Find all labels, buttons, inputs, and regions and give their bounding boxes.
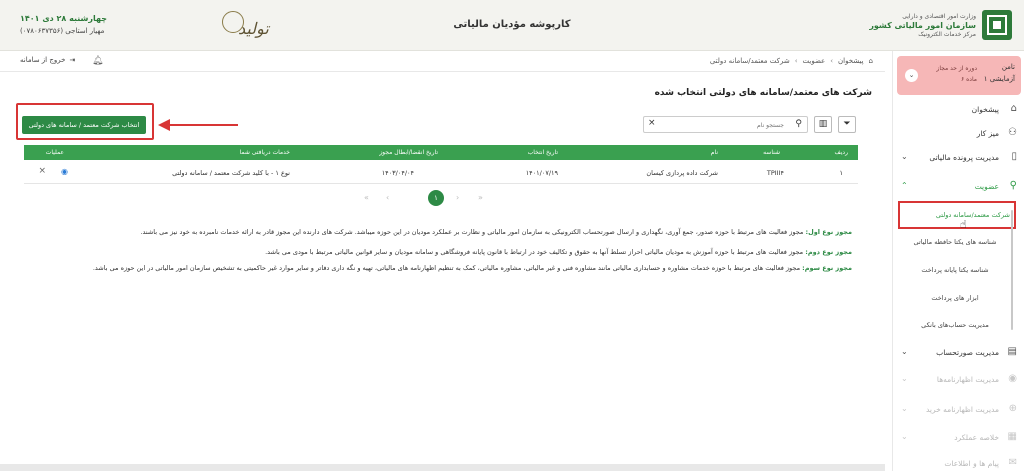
sidebar-subitem-memory-ids[interactable]: شناسه های یکتا حافظه مالیاتی bbox=[900, 238, 1010, 246]
license-note-type3: مجوز نوع سوم: مجوز فعالیت های مرتبط با ح… bbox=[92, 264, 852, 272]
row-expiry-date: ۱۴۰۳/۰۴/۰۴ bbox=[381, 169, 414, 177]
col-select-date-header: تاریخ انتخاب bbox=[527, 149, 558, 156]
table-row[interactable]: ۱ TPIII۴ شرکت داده پردازی کیسان ۱۴۰۱/۰۷/… bbox=[24, 160, 858, 184]
row-id: TPIII۴ bbox=[766, 169, 784, 177]
sidebar-subitem-terminal-ids[interactable]: شناسه یکتا پایانه پرداخت bbox=[900, 266, 1010, 274]
sidebar-item-messages[interactable]: ✉ پیام ها و اطلاعات bbox=[893, 455, 1024, 471]
search-input[interactable] bbox=[662, 119, 784, 131]
prev-page-icon[interactable]: ‹ bbox=[386, 193, 389, 202]
view-icon[interactable]: ◉ bbox=[61, 167, 68, 176]
page-title: شرکت های معتمد/سامانه های دولتی انتخاب ش… bbox=[654, 88, 872, 98]
home-icon: ⌂ bbox=[868, 57, 873, 65]
arrow-left-icon bbox=[158, 119, 238, 131]
col-name-header: نام bbox=[710, 149, 718, 156]
breadcrumb-home[interactable]: پیشخوان bbox=[838, 57, 864, 65]
license-note-type2: مجوز نوع دوم: مجوز فعالیت های مرتبط با ح… bbox=[265, 248, 852, 256]
logout-button[interactable]: ⇥ خروج از سامانه bbox=[20, 56, 75, 64]
home-icon: ⌂ bbox=[1010, 103, 1017, 114]
search-icon[interactable]: ⚲ bbox=[795, 119, 802, 129]
next-page-icon[interactable]: › bbox=[456, 193, 459, 202]
sidebar-item-purchase-declarations[interactable]: ⊕ مدیریت اظهارنامه خرید ⌄ bbox=[893, 401, 1024, 421]
page-current[interactable]: ۱ bbox=[428, 190, 444, 206]
trusted-companies-table: ردیف شناسه نام تاریخ انتخاب تاریخ انقضا/… bbox=[24, 145, 858, 184]
sidebar-item-dashboard[interactable]: ⌂ پیشخوان bbox=[893, 101, 1024, 121]
message-icon: ✉ bbox=[1008, 457, 1017, 468]
sidebar-subitem-trusted-company[interactable]: شرکت معتمد/سامانه دولتی bbox=[898, 201, 1016, 229]
chevron-down-icon: ⌄ bbox=[901, 152, 908, 161]
top-header: چهارشنبه ۲۸ دی ۱۴۰۱ مهیار استاجی (۰۷۸۰۶۳… bbox=[0, 0, 1024, 51]
sidebar: تامن آزمایشی ۱ دوره از حد مجاز ماده ۶ ⌄ … bbox=[892, 51, 1024, 471]
profile-card[interactable]: تامن آزمایشی ۱ دوره از حد مجاز ماده ۶ ⌄ bbox=[897, 56, 1021, 95]
file-icon: ▯ bbox=[1011, 151, 1017, 162]
chevron-down-icon[interactable]: ⌄ bbox=[905, 69, 918, 82]
breadcrumb: ⌂ پیشخوان › عضویت › شرکت معتمد/سامانه دو… bbox=[709, 57, 873, 65]
org-name: وزارت امور اقتصادی و دارایی سازمان امور … bbox=[869, 13, 976, 38]
first-page-icon[interactable]: « bbox=[364, 193, 369, 202]
cart-icon: ⊕ bbox=[1008, 403, 1017, 414]
col-expiry-header: تاریخ انقضا/ابطال مجوز bbox=[379, 149, 438, 156]
delete-icon[interactable]: × bbox=[38, 166, 46, 176]
user-icon: ⚲ bbox=[1009, 180, 1017, 191]
sidebar-item-membership[interactable]: ⚲ عضویت ⌃ bbox=[893, 178, 1024, 198]
chevron-down-icon: ⌄ bbox=[901, 374, 908, 383]
col-id-header: شناسه bbox=[763, 149, 780, 156]
breadcrumb-current: شرکت معتمد/سامانه دولتی bbox=[709, 57, 790, 65]
select-trusted-company-button[interactable]: انتخاب شرکت معتمد / سامانه های دولتی bbox=[22, 116, 146, 134]
row-name: شرکت داده پردازی کیسان bbox=[646, 169, 718, 177]
sidebar-subitem-payment-tools[interactable]: ابزار های پرداخت bbox=[900, 294, 1010, 302]
row-select-date: ۱۴۰۱/۰۷/۱۹ bbox=[525, 169, 558, 177]
eye-icon: ◉ bbox=[1008, 373, 1017, 384]
filter-icon[interactable]: ⏷ bbox=[838, 116, 856, 133]
row-services: نوع ۱ - با کلید شرکت معتمد / سامانه دولت… bbox=[172, 169, 290, 177]
col-index-header: ردیف bbox=[834, 149, 848, 156]
sidebar-subitem-bank-accounts[interactable]: مدیریت حساب‌های بانکی bbox=[900, 321, 1010, 329]
horizontal-scrollbar[interactable] bbox=[0, 464, 885, 471]
license-note-type1: مجوز نوع اول: مجوز فعالیت های مرتبط با ح… bbox=[140, 228, 852, 236]
sidebar-item-performance[interactable]: ▦ خلاصه عملکرد ⌄ bbox=[893, 429, 1024, 449]
chevron-up-icon: ⌃ bbox=[901, 181, 908, 190]
logout-icon: ⇥ bbox=[69, 56, 76, 64]
breadcrumb-membership[interactable]: عضویت bbox=[803, 57, 826, 65]
chevron-down-icon: ⌄ bbox=[901, 347, 908, 356]
workspace-icon: ⚇ bbox=[1008, 127, 1017, 138]
pagination: « ‹ ۱ › » bbox=[360, 190, 510, 208]
col-services-header: خدمات دریافتی شما bbox=[239, 149, 290, 156]
sidebar-item-invoices[interactable]: ▤ مدیریت صورتحساب ⌄ bbox=[893, 344, 1024, 364]
chart-icon: ▦ bbox=[1007, 431, 1017, 442]
close-icon[interactable]: × bbox=[648, 118, 656, 128]
chevron-down-icon: ⌄ bbox=[901, 432, 908, 441]
sidebar-scrollbar[interactable] bbox=[1011, 210, 1013, 330]
invoice-icon: ▤ bbox=[1007, 346, 1017, 357]
last-page-icon[interactable]: » bbox=[478, 193, 483, 202]
table-header: ردیف شناسه نام تاریخ انتخاب تاریخ انقضا/… bbox=[24, 145, 858, 160]
breadcrumb-bar: ⇥ خروج از سامانه 🔔︎ ⌂ پیشخوان › عضویت › … bbox=[0, 51, 885, 72]
chevron-down-icon: ⌄ bbox=[901, 404, 908, 413]
bell-icon[interactable]: 🔔︎ bbox=[92, 56, 103, 66]
col-actions-header: عملیات bbox=[45, 149, 64, 156]
columns-icon[interactable]: ▥ bbox=[814, 116, 832, 133]
hand-cursor-icon: ☝ bbox=[960, 218, 967, 231]
search-box: ⚲ × bbox=[643, 116, 808, 133]
row-index: ۱ bbox=[839, 169, 844, 177]
sidebar-item-tax-file[interactable]: ▯ مدیریت پرونده مالیاتی ⌄ bbox=[893, 149, 1024, 169]
sidebar-item-declarations[interactable]: ◉ مدیریت اظهارنامه‌ها ⌄ bbox=[893, 371, 1024, 391]
sidebar-item-workspace[interactable]: ⚇ میز کار bbox=[893, 125, 1024, 145]
org-emblem-icon bbox=[982, 10, 1012, 40]
